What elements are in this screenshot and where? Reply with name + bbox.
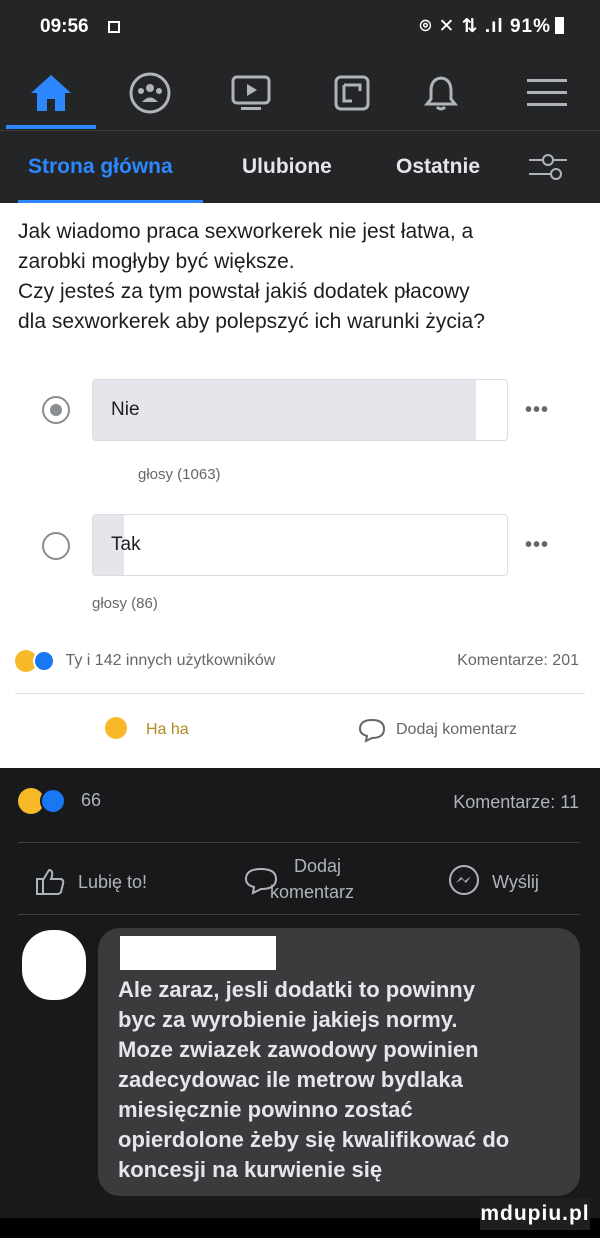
top-navigation	[0, 56, 600, 131]
haha-reaction-icon	[105, 717, 127, 739]
comment-button-line-1[interactable]: Dodaj	[294, 856, 341, 877]
more-options-button[interactable]: •••	[525, 399, 549, 422]
comment-line: Moze zwiazek zawodowy powinien	[118, 1037, 479, 1062]
filter-icon[interactable]	[527, 149, 569, 190]
comment-line: zadecydowac ile metrow bydlaka	[118, 1067, 463, 1092]
status-icons: ⌾ ✕ ⇅ .ıl	[419, 16, 504, 37]
poll-option-label: Nie	[111, 399, 140, 420]
post-line: dla sexworkerek aby polepszyć ich warunk…	[18, 310, 485, 333]
comment-line: koncesji na kurwienie się	[118, 1157, 383, 1182]
post-body: Jak wiadomo praca sexworkerek nie jest ł…	[18, 217, 583, 337]
like-reaction-icon	[33, 650, 55, 672]
comment-icon	[358, 717, 386, 748]
home-icon[interactable]	[28, 70, 74, 116]
haha-button[interactable]: Ha ha	[146, 721, 189, 739]
status-time: 09:56	[40, 16, 89, 37]
battery-icon	[555, 17, 564, 34]
menu-icon[interactable]	[524, 70, 570, 116]
poll-option-nie[interactable]: Nie	[92, 379, 508, 441]
feed-tabs: Strona główna Ulubione Ostatnie	[0, 131, 600, 203]
post-line: Czy jesteś za tym powstał jakiś dodatek …	[18, 280, 470, 303]
active-tab-indicator	[6, 125, 96, 129]
post-line: Jak wiadomo praca sexworkerek nie jest ł…	[18, 220, 474, 243]
like-icon	[34, 866, 66, 901]
notification-icon	[108, 21, 120, 33]
like-button[interactable]: Lubię to!	[78, 872, 147, 893]
divider	[18, 842, 580, 843]
poll-option-tak[interactable]: Tak	[92, 514, 508, 576]
poll-vote-count: głosy (1063)	[138, 466, 221, 483]
post-line: zarobki mogłyby być większe.	[18, 250, 295, 273]
add-comment-button[interactable]: Dodaj komentarz	[396, 721, 517, 739]
tab-favorites[interactable]: Ulubione	[242, 155, 332, 179]
poll-option-label: Tak	[111, 534, 141, 555]
battery-percent: 91%	[509, 16, 551, 37]
comment-line: Ale zaraz, jesli dodatki to powinny	[118, 977, 475, 1002]
notifications-icon[interactable]	[418, 70, 464, 116]
groups-icon[interactable]	[127, 70, 173, 116]
shared-reactions-summary[interactable]: 66 Komentarze: 11	[18, 788, 583, 818]
share-button[interactable]: Wyślij	[492, 872, 539, 893]
messenger-icon	[448, 864, 480, 901]
tab-home[interactable]: Strona główna	[28, 155, 173, 179]
status-right: ⌾ ✕ ⇅ .ıl 91%	[420, 15, 564, 38]
more-options-button[interactable]: •••	[525, 534, 549, 557]
comment-line: miesięcznie powinno zostać	[118, 1097, 413, 1122]
shared-comments-count[interactable]: Komentarze: 11	[453, 792, 579, 813]
comment-line: opierdolone żeby się kwalifikować do	[118, 1127, 510, 1152]
poll-radio-nie[interactable]	[42, 396, 70, 424]
reactions-count: Ty i 142 innych użytkowników	[65, 652, 276, 670]
tab-recent[interactable]: Ostatnie	[396, 155, 480, 179]
redacted-author-name	[120, 936, 276, 970]
poll-result-bar	[93, 380, 476, 440]
avatar[interactable]	[22, 930, 86, 1000]
poll-post: Jak wiadomo praca sexworkerek nie jest ł…	[0, 203, 600, 768]
status-bar: 09:56 ⌾ ✕ ⇅ .ıl 91%	[0, 0, 600, 56]
comment-button-line-2[interactable]: komentarz	[270, 882, 354, 903]
poll-vote-count: głosy (86)	[92, 595, 158, 612]
comment-line: byc za wyrobienie jakiejs normy.	[118, 1007, 458, 1032]
poll-radio-tak[interactable]	[42, 532, 70, 560]
comments-count[interactable]: Komentarze: 201	[457, 652, 579, 670]
watch-icon[interactable]	[228, 70, 274, 116]
like-reaction-icon	[40, 788, 66, 814]
divider	[18, 914, 580, 915]
watermark: mdupiu.pl	[480, 1198, 590, 1230]
comment-body: Ale zaraz, jesli dodatki to powinny byc …	[118, 975, 568, 1185]
divider	[15, 693, 585, 694]
pages-icon[interactable]	[329, 70, 375, 116]
shared-reaction-count: 66	[81, 789, 102, 810]
reactions-summary[interactable]: Ty i 142 innych użytkowników Komentarze:…	[15, 650, 585, 674]
